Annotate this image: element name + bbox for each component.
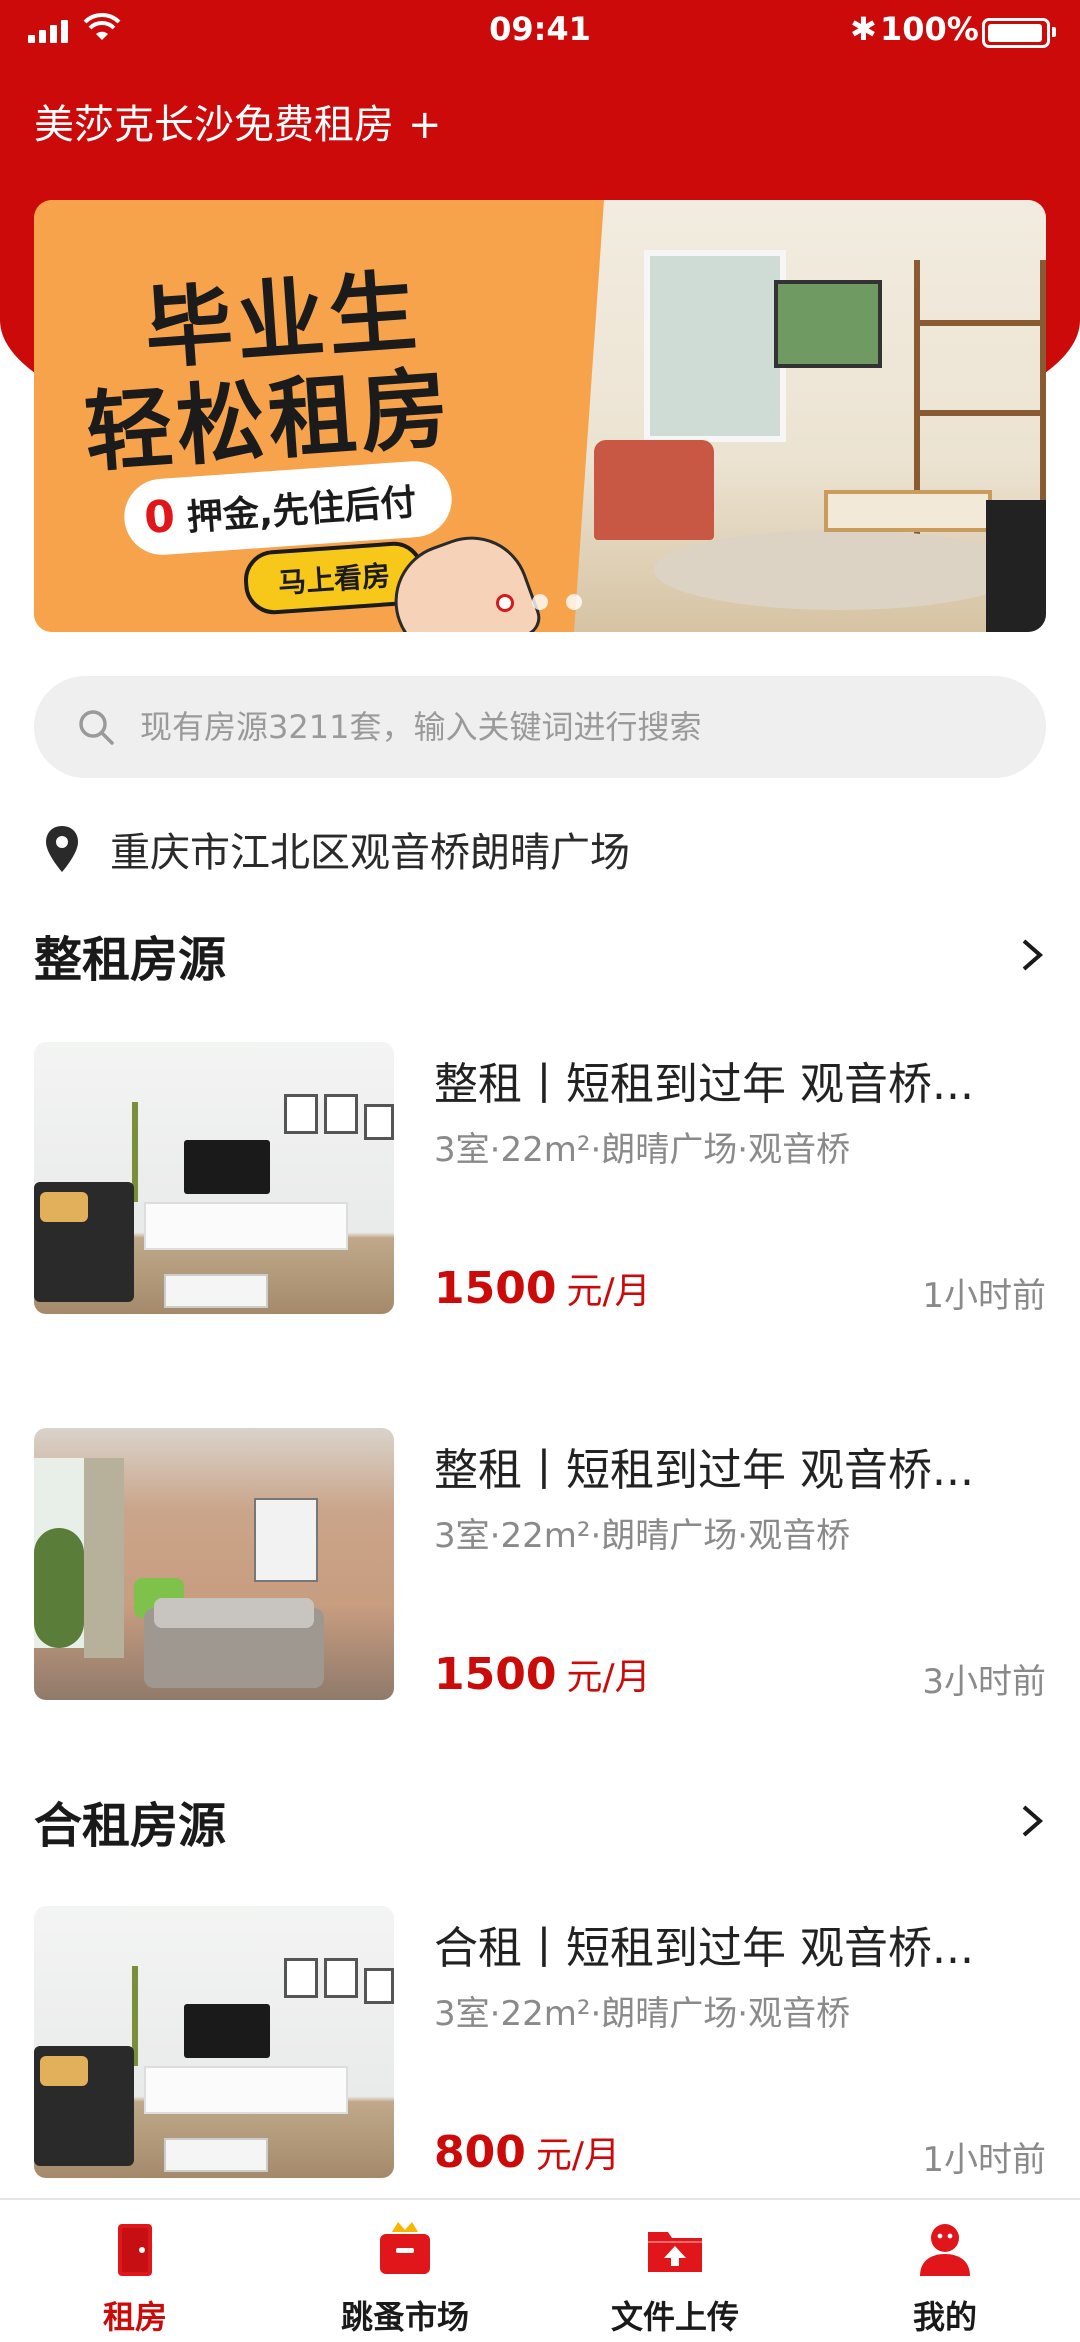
tab-flea-market[interactable]: 跳蚤市场 [270,2200,540,2342]
shopping-basket-icon [380,2222,430,2274]
listing-card[interactable]: 整租丨短租到过年 观音桥... 3室·22m²·朗晴广场·观音桥 1500 元/月… [34,1428,1046,1702]
search-input[interactable] [138,707,1046,747]
section-shared-rent[interactable]: 合租房源 [34,1786,1046,1856]
location-text: 重庆市江北区观音桥朗晴广场 [110,830,630,876]
price-unit: 元/月 [566,1657,651,1698]
listing-photo [34,1042,394,1314]
banner-pill-text: 押金,先住后付 [185,482,418,540]
listing-title: 整租丨短租到过年 观音桥... [434,1445,974,1496]
listing-photo [34,1428,394,1700]
listing-time: 1小时前 [922,2140,1046,2180]
search-bar[interactable] [34,676,1046,778]
listing-photo [34,1906,394,2178]
banner-wall-art [774,280,882,368]
section-title: 合租房源 [34,1798,227,1854]
door-icon [118,2224,152,2276]
listing-price: 1500 元/月 [434,1648,651,1700]
promo-banner[interactable]: 毕业生 轻松租房 0 押金,先住后付 马上看房 [34,200,1046,632]
tab-rent[interactable]: 租房 [0,2200,270,2342]
price-unit: 元/月 [535,2135,620,2176]
location-pin-icon [46,826,78,872]
carousel-dot[interactable] [532,594,548,610]
banner-table [824,490,992,532]
location-row[interactable]: 重庆市江北区观音桥朗晴广场 [44,820,630,878]
banner-window [644,250,786,442]
app-title-text: 美莎克长沙免费租房 [34,102,394,148]
section-title: 整租房源 [34,932,227,988]
tab-label: 我的 [912,2298,977,2336]
user-icon [920,2224,970,2276]
price-value: 1500 [434,1263,557,1314]
carousel-dots [496,594,582,612]
add-icon[interactable]: + [408,102,442,148]
listing-card[interactable]: 合租丨短租到过年 观音桥... 3室·22m²·朗晴广场·观音桥 800 元/月 … [34,1906,1046,2180]
battery-percent: 100% [880,10,979,48]
listing-card[interactable]: 整租丨短租到过年 观音桥... 3室·22m²·朗晴广场·观音桥 1500 元/月… [34,1042,1046,1316]
listing-meta: 3室·22m²·朗晴广场·观音桥 [434,1130,851,1170]
banner-sofa [986,500,1046,632]
listing-time: 3小时前 [922,1662,1046,1702]
carousel-dot[interactable] [566,594,582,610]
listing-meta: 3室·22m²·朗晴广场·观音桥 [434,1994,851,2034]
listing-price: 800 元/月 [434,2126,620,2178]
listing-title: 整租丨短租到过年 观音桥... [434,1059,974,1110]
tab-label: 租房 [102,2298,167,2336]
app-title[interactable]: 美莎克长沙免费租房 + [34,92,442,150]
price-unit: 元/月 [566,1271,651,1312]
banner-chair [594,440,714,540]
battery-icon [982,18,1056,48]
listing-time: 1小时前 [922,1276,1046,1316]
banner-zero: 0 [142,490,177,544]
tab-file-upload[interactable]: 文件上传 [540,2200,810,2342]
price-value: 800 [434,2127,526,2178]
tab-label: 跳蚤市场 [340,2298,469,2336]
folder-upload-icon [648,2232,702,2272]
tab-mine[interactable]: 我的 [810,2200,1080,2342]
banner-rug [654,530,1024,610]
listing-meta: 3室·22m²·朗晴广场·观音桥 [434,1516,851,1556]
price-value: 1500 [434,1649,557,1700]
bottom-tab-bar: 租房 跳蚤市场 文件上传 我的 [0,2198,1080,2342]
section-whole-rent[interactable]: 整租房源 [34,920,1046,990]
search-icon [79,710,114,745]
chevron-right-icon[interactable] [1016,1801,1046,1841]
tab-label: 文件上传 [610,2298,739,2336]
carousel-dot[interactable] [496,594,514,612]
listing-title: 合租丨短租到过年 观音桥... [434,1923,974,1974]
chevron-right-icon[interactable] [1016,935,1046,975]
listing-price: 1500 元/月 [434,1262,651,1314]
status-bar: 09:41 ✱ 100% [0,0,1080,60]
bluetooth-icon: ✱ [850,10,877,48]
